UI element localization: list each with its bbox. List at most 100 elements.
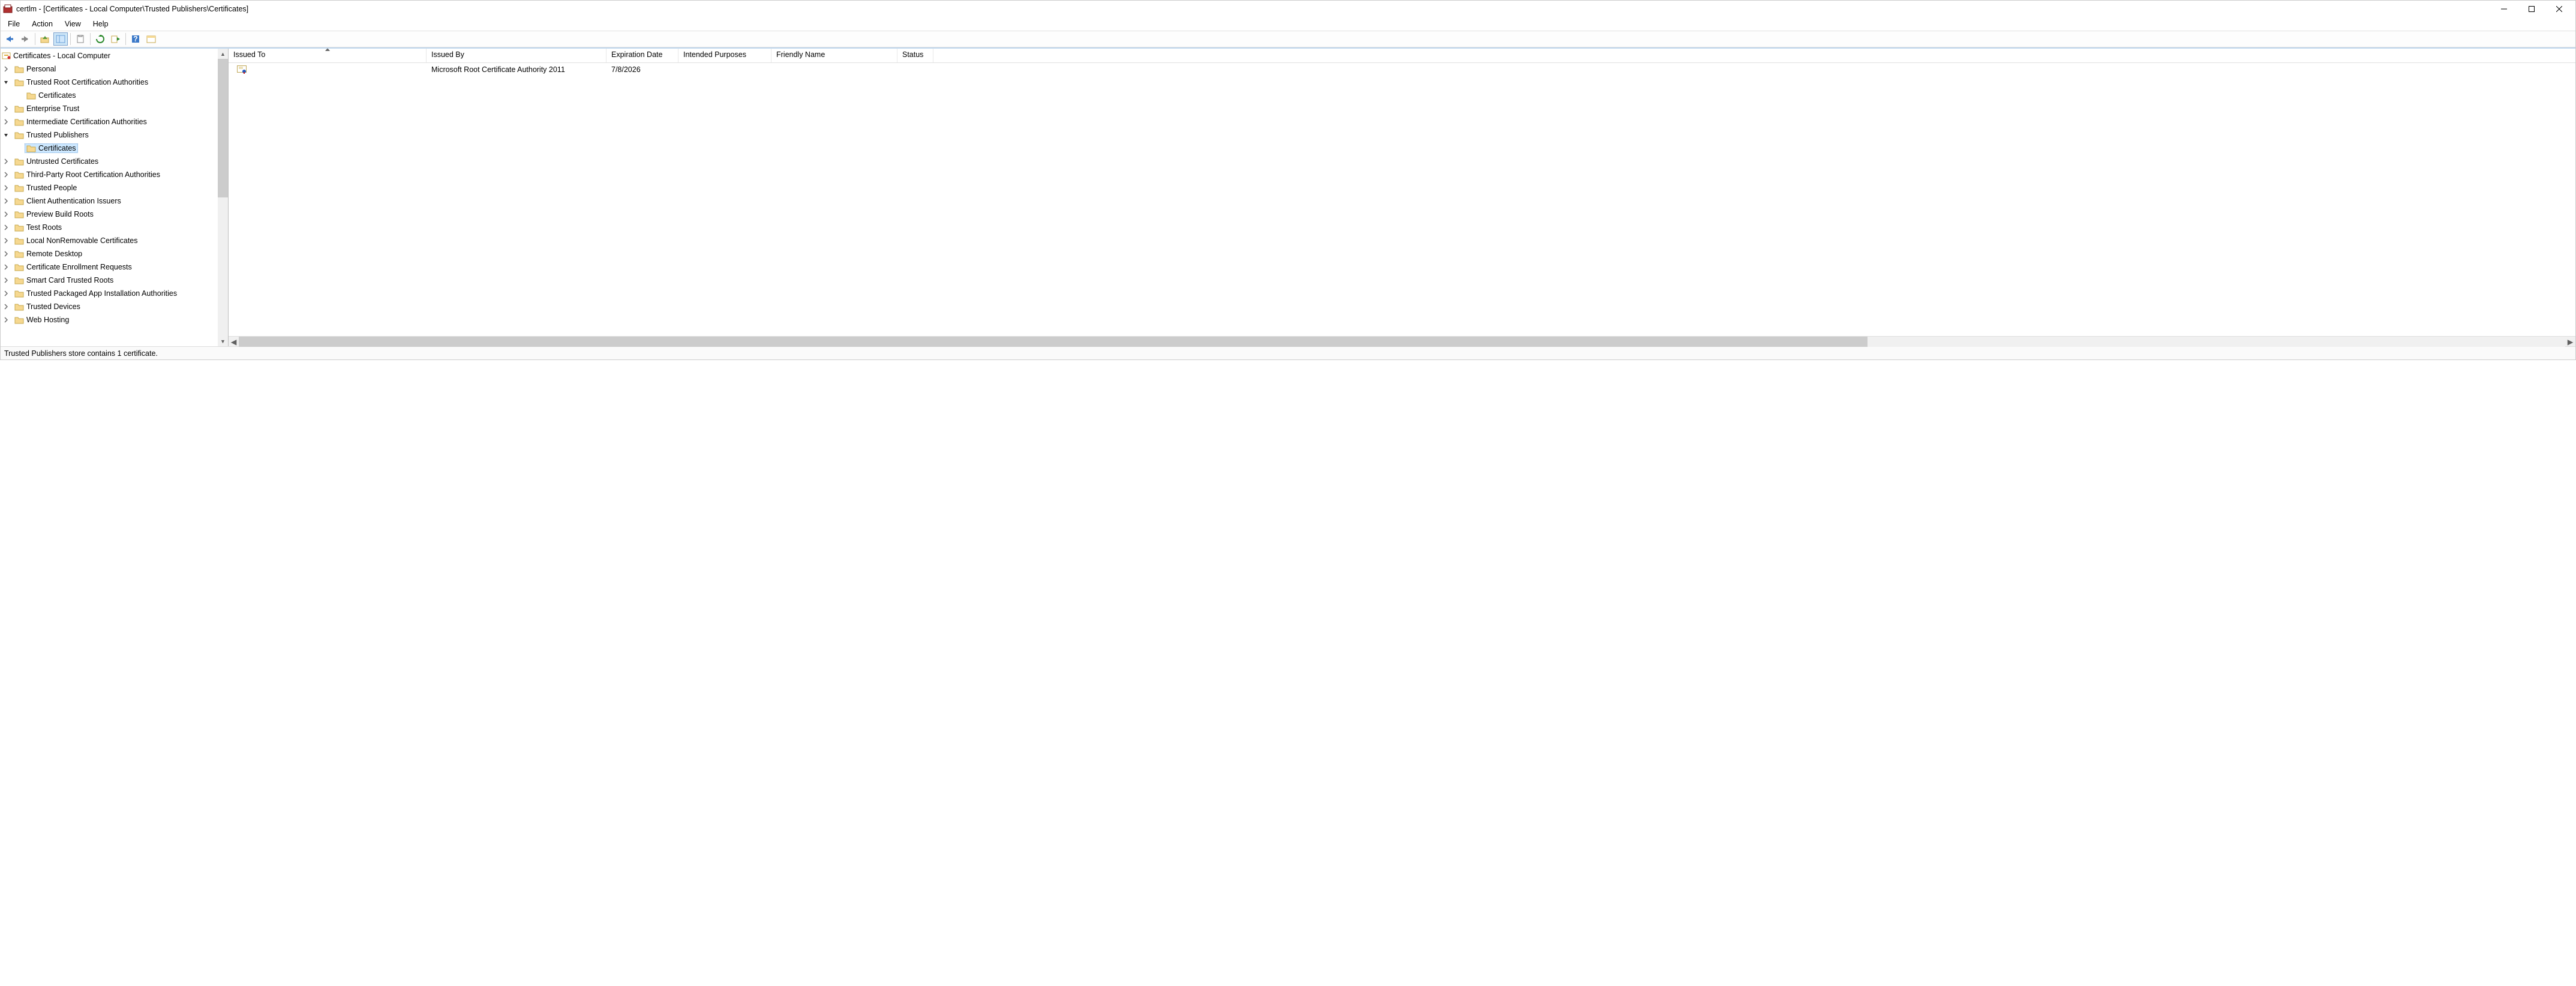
- expand-toggle[interactable]: [3, 79, 13, 85]
- expand-toggle[interactable]: [3, 172, 13, 178]
- tree-item[interactable]: Certificates: [1, 89, 218, 102]
- folder-icon: [26, 145, 36, 152]
- properties-icon: [146, 35, 156, 43]
- help-button[interactable]: ?: [128, 32, 143, 46]
- tree-item[interactable]: Web Hosting: [1, 313, 218, 326]
- tree-item[interactable]: Smart Card Trusted Roots: [1, 274, 218, 287]
- tree-item[interactable]: Trusted Publishers: [1, 128, 218, 142]
- table-row[interactable]: Microsoft Root Certificate Authority 201…: [229, 63, 2575, 76]
- up-button[interactable]: [38, 32, 52, 46]
- expand-toggle[interactable]: [3, 119, 13, 125]
- expand-toggle[interactable]: [3, 158, 13, 164]
- tree-item[interactable]: Intermediate Certification Authorities: [1, 115, 218, 128]
- expand-toggle[interactable]: [3, 132, 13, 138]
- expand-toggle[interactable]: [3, 290, 13, 296]
- expand-toggle[interactable]: [3, 238, 13, 244]
- tree-item-label: Test Roots: [26, 223, 62, 232]
- tree-item[interactable]: Trusted People: [1, 181, 218, 194]
- tree-item-label: Local NonRemovable Certificates: [26, 236, 138, 245]
- properties-button[interactable]: [144, 32, 158, 46]
- column-header[interactable]: Expiration Date: [607, 49, 678, 62]
- tree-item[interactable]: Client Authentication Issuers: [1, 194, 218, 208]
- folder-icon: [14, 250, 24, 258]
- expand-toggle[interactable]: [3, 185, 13, 191]
- folder-icon: [14, 237, 24, 245]
- tree-item-label: Smart Card Trusted Roots: [26, 276, 113, 284]
- clipboard-icon: [76, 35, 85, 43]
- cell-issued-by: Microsoft Root Certificate Authority 201…: [427, 65, 607, 74]
- refresh-icon: [96, 35, 104, 43]
- tree-item-label: Preview Build Roots: [26, 210, 94, 218]
- pane-icon: [56, 35, 65, 43]
- tree-item[interactable]: Test Roots: [1, 221, 218, 234]
- expand-toggle[interactable]: [3, 66, 13, 72]
- list-h-scrollbar[interactable]: ◀ ▶: [229, 336, 2575, 346]
- column-header[interactable]: Issued To: [229, 49, 427, 62]
- tree-root[interactable]: Certificates - Local Computer: [1, 49, 218, 62]
- tree-item[interactable]: Local NonRemovable Certificates: [1, 234, 218, 247]
- menu-action[interactable]: Action: [26, 19, 59, 29]
- scroll-down-icon[interactable]: ▼: [218, 336, 228, 346]
- expand-toggle[interactable]: [3, 304, 13, 310]
- column-header[interactable]: Issued By: [427, 49, 607, 62]
- tree-item-label: Personal: [26, 65, 56, 73]
- tree-item[interactable]: Certificates: [1, 142, 218, 155]
- certificate-icon: [237, 65, 247, 74]
- tree-scrollbar[interactable]: ▲ ▼: [218, 49, 228, 346]
- folder-icon: [26, 92, 36, 100]
- tree-item[interactable]: Third-Party Root Certification Authoriti…: [1, 168, 218, 181]
- tree-item[interactable]: Personal: [1, 62, 218, 76]
- expand-toggle[interactable]: [3, 224, 13, 230]
- tree-item[interactable]: Trusted Root Certification Authorities: [1, 76, 218, 89]
- export-button[interactable]: [109, 32, 123, 46]
- maximize-button[interactable]: [2518, 1, 2545, 17]
- expand-toggle[interactable]: [3, 264, 13, 270]
- column-header[interactable]: Status: [897, 49, 933, 62]
- expand-toggle[interactable]: [3, 277, 13, 283]
- back-button[interactable]: [2, 32, 17, 46]
- tree-item[interactable]: Untrusted Certificates: [1, 155, 218, 168]
- scroll-up-icon[interactable]: ▲: [218, 49, 228, 59]
- tree-item-label: Web Hosting: [26, 316, 69, 324]
- folder-icon: [14, 303, 24, 311]
- forward-button[interactable]: [18, 32, 32, 46]
- scroll-right-icon[interactable]: ▶: [2565, 337, 2575, 347]
- scroll-thumb[interactable]: [218, 59, 228, 197]
- tree-item[interactable]: Trusted Devices: [1, 300, 218, 313]
- expand-toggle[interactable]: [3, 251, 13, 257]
- expand-toggle[interactable]: [3, 198, 13, 204]
- column-headers: Issued ToIssued ByExpiration DateIntende…: [229, 49, 2575, 63]
- arrow-right-icon: [20, 35, 30, 43]
- folder-icon: [14, 211, 24, 218]
- expand-toggle[interactable]: [3, 211, 13, 217]
- close-button[interactable]: [2545, 1, 2573, 17]
- status-text: Trusted Publishers store contains 1 cert…: [4, 349, 158, 358]
- copy-button[interactable]: [73, 32, 88, 46]
- show-hide-tree-button[interactable]: [53, 32, 68, 46]
- folder-icon: [14, 158, 24, 166]
- column-header[interactable]: Friendly Name: [771, 49, 897, 62]
- tree-item-label: Trusted Packaged App Installation Author…: [26, 289, 177, 298]
- expand-toggle[interactable]: [3, 106, 13, 112]
- app-icon: [3, 4, 13, 14]
- svg-text:?: ?: [133, 35, 138, 43]
- titlebar: certlm - [Certificates - Local Computer\…: [1, 1, 2575, 17]
- column-header[interactable]: Intended Purposes: [678, 49, 771, 62]
- menu-view[interactable]: View: [59, 19, 87, 29]
- tree-item[interactable]: Preview Build Roots: [1, 208, 218, 221]
- minimize-button[interactable]: [2490, 1, 2518, 17]
- scroll-left-icon[interactable]: ◀: [229, 337, 239, 347]
- menu-help[interactable]: Help: [87, 19, 115, 29]
- tree-item[interactable]: Certificate Enrollment Requests: [1, 260, 218, 274]
- tree-item[interactable]: Remote Desktop: [1, 247, 218, 260]
- separator: [90, 33, 91, 45]
- folder-icon: [14, 316, 24, 324]
- tree-item-label: Untrusted Certificates: [26, 157, 98, 166]
- refresh-button[interactable]: [93, 32, 107, 46]
- menu-file[interactable]: File: [2, 19, 26, 29]
- tree-item[interactable]: Enterprise Trust: [1, 102, 218, 115]
- scroll-thumb[interactable]: [239, 337, 1868, 347]
- tree-item-label: Intermediate Certification Authorities: [26, 118, 147, 126]
- expand-toggle[interactable]: [3, 317, 13, 323]
- tree-item[interactable]: Trusted Packaged App Installation Author…: [1, 287, 218, 300]
